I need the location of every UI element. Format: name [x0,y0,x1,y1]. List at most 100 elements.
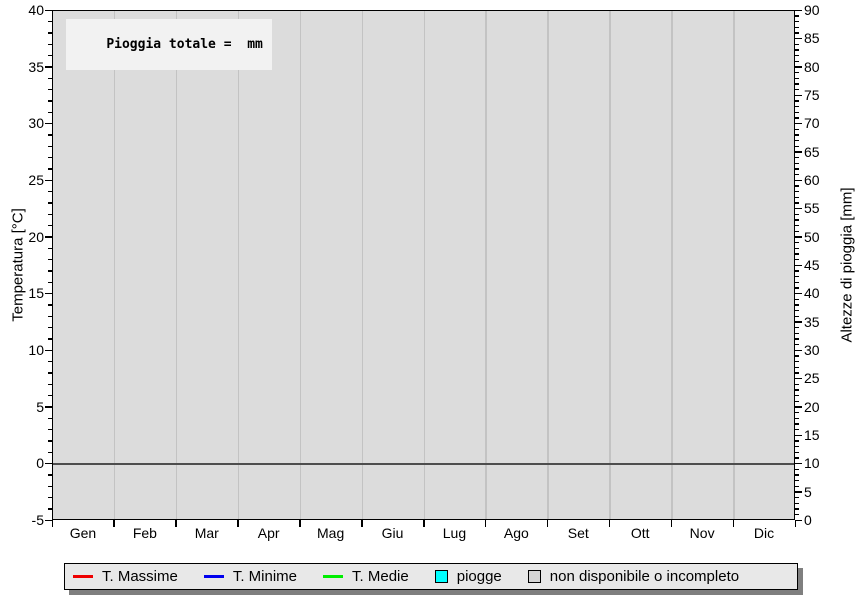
x-tick-label: Ott [609,525,671,541]
right-axis-tick [795,231,799,233]
right-axis-tick [795,253,799,255]
right-axis-tick [795,327,799,329]
left-axis-tick [48,248,52,250]
month-gridline [547,11,549,519]
left-axis-tick [48,112,52,114]
right-axis-tick [795,44,799,46]
right-axis-tick [795,384,799,386]
right-axis-tick [795,446,799,448]
left-axis-tick [48,282,52,284]
legend-label: non disponibile o incompleto [550,568,739,585]
right-axis-tick [795,463,802,465]
right-axis-tick [795,236,802,238]
left-axis-tick-label: 40 [0,2,44,18]
right-axis-tick [795,157,799,159]
left-axis-tick [48,55,52,57]
right-axis-tick [795,112,799,114]
left-axis-tick [48,338,52,340]
right-axis-tick [795,168,799,170]
left-axis-tick-label: 30 [0,115,44,131]
left-axis-tick [48,191,52,193]
right-axis-tick [795,282,799,284]
legend: T. Massime T. Minime T. Medie piogge non… [64,563,798,590]
right-axis-tick [795,474,799,476]
right-axis-tick-label: 15 [804,427,844,443]
month-gridline [671,11,673,519]
right-axis-tick [795,146,799,148]
right-axis-tick [795,38,802,40]
right-axis-tick-label: 40 [804,285,844,301]
left-axis-tick [48,214,52,216]
right-axis-tick-label: 0 [804,512,844,528]
right-axis-tick [795,350,802,352]
left-axis-tick-label: 0 [0,455,44,471]
right-axis-tick [795,293,802,295]
right-axis-tick [795,440,799,442]
right-axis-tick [795,287,799,289]
left-axis-tick-label: 5 [0,399,44,415]
left-axis-title: Temperatura [°C] [10,208,27,322]
left-axis-tick [48,100,52,102]
right-axis-tick [795,191,799,193]
left-axis-tick [48,225,52,227]
left-axis-tick [45,180,52,182]
right-axis-tick [795,457,799,459]
right-axis-tick-label: 45 [804,257,844,273]
legend-label: piogge [457,568,502,585]
legend-item-piogge: piogge [435,568,502,585]
right-axis-tick-label: 70 [804,115,844,131]
left-axis-tick [45,236,52,238]
right-axis-tick-label: 10 [804,455,844,471]
month-gridline [362,11,364,519]
right-axis-tick [795,66,802,68]
right-axis-tick [795,372,799,374]
right-axis-tick [795,304,799,306]
left-axis-tick [48,157,52,159]
left-axis-tick [48,486,52,488]
month-gridline [300,11,302,519]
right-axis-tick [795,163,799,165]
piogge-square-marker [435,570,448,583]
rain-total-annotation: Pioggia totale = mm [66,19,272,70]
right-axis-tick [795,174,799,176]
right-axis-tick-label: 50 [804,229,844,245]
left-axis-tick [48,270,52,272]
right-axis-tick [795,27,799,29]
right-axis-tick [795,32,799,34]
right-axis-tick [795,10,802,12]
legend-item-non-disponibile: non disponibile o incompleto [528,568,739,585]
left-axis-tick-label: 25 [0,172,44,188]
left-axis-tick [48,134,52,136]
left-axis-tick [48,418,52,420]
right-axis-tick-label: 55 [804,200,844,216]
right-axis-tick [795,202,799,204]
right-axis-tick [795,423,799,425]
left-axis-tick [48,202,52,204]
zero-temperature-line [53,463,794,465]
left-axis-tick [48,429,52,431]
right-axis-tick [795,265,802,267]
left-axis-tick [48,327,52,329]
climate-chart: Pioggia totale = mm Temperatura [°C] Alt… [0,0,865,600]
right-axis-tick [795,55,799,57]
legend-label: T. Massime [102,568,178,585]
right-axis-tick [795,83,799,85]
right-axis-tick [795,180,802,182]
right-axis-tick [795,49,799,51]
legend-label: T. Minime [233,568,297,585]
right-axis-tick [795,338,799,340]
left-axis-tick-label: 35 [0,59,44,75]
left-axis-tick [48,372,52,374]
right-axis-tick [795,395,799,397]
right-axis-tick-label: 80 [804,59,844,75]
right-axis-tick [795,389,799,391]
right-axis-tick [795,361,799,363]
right-axis-tick-label: 90 [804,2,844,18]
right-axis-tick [795,95,802,97]
legend-item-t-massime: T. Massime [73,568,178,585]
legend-label: T. Medie [352,568,409,585]
right-axis-tick [795,333,799,335]
x-tick-label: Mag [300,525,362,541]
left-axis-tick [48,146,52,148]
left-axis-tick [48,44,52,46]
